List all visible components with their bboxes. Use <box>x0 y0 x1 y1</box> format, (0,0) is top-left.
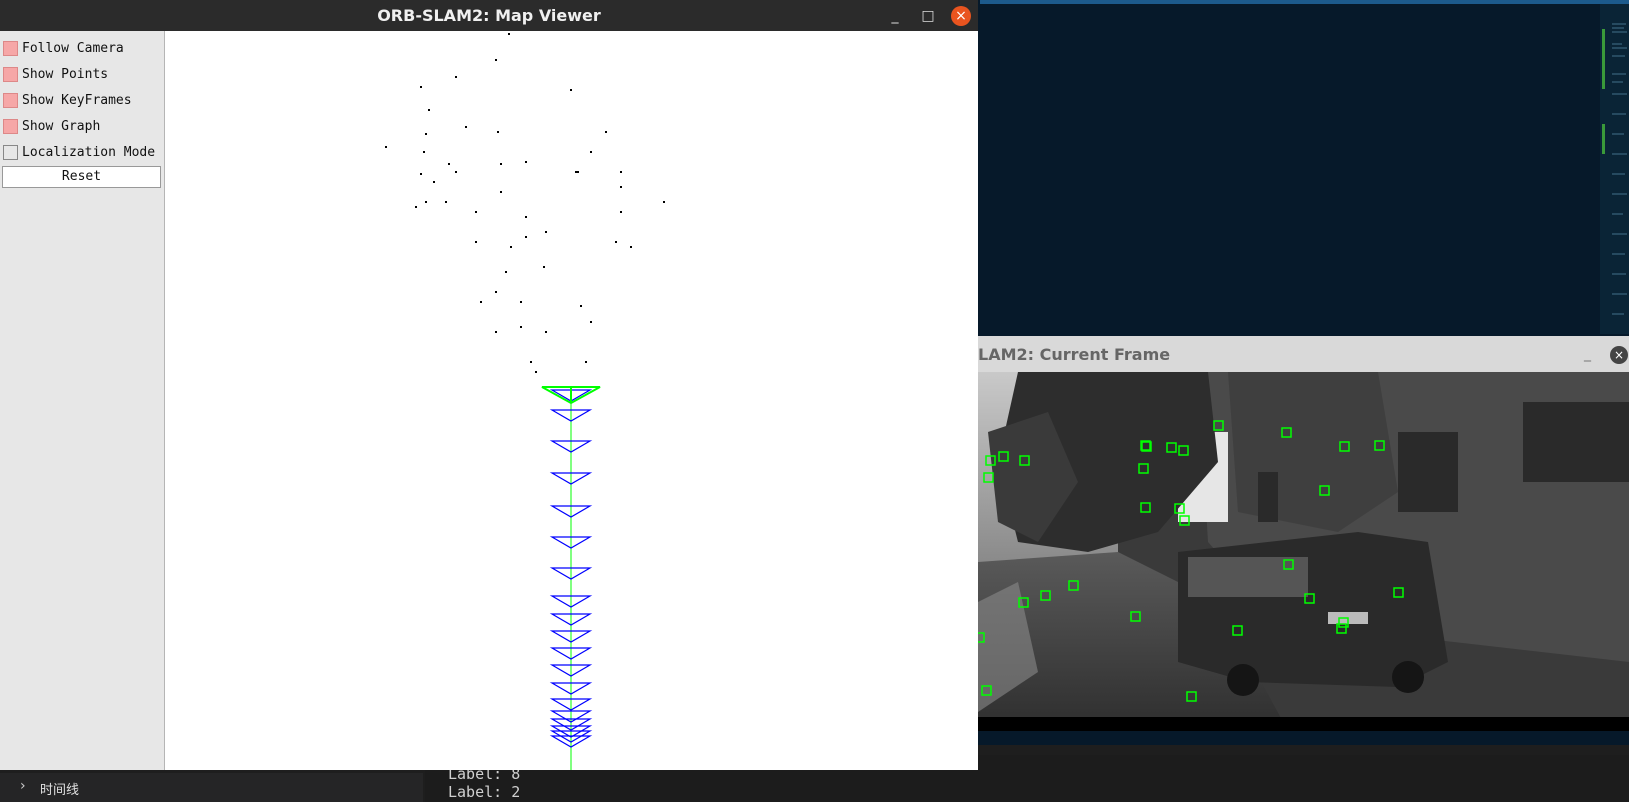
reset-button[interactable]: Reset <box>2 166 161 188</box>
map-point <box>495 331 497 333</box>
map-point <box>520 326 522 328</box>
map-point <box>525 161 527 163</box>
map-point <box>620 171 622 173</box>
checkbox-icon <box>3 92 18 108</box>
map-point <box>575 171 577 173</box>
localization-mode-checkbox[interactable]: Localization Mode <box>3 142 155 162</box>
map-point <box>590 151 592 153</box>
map-point <box>530 361 532 363</box>
map-viewer-window: ORB-SLAM2: Map Viewer _ □ × Follow Camer… <box>0 0 978 770</box>
map-3d-view[interactable] <box>165 31 978 770</box>
map-point <box>630 246 632 248</box>
show-points-checkbox[interactable]: Show Points <box>3 64 108 84</box>
map-point <box>448 163 450 165</box>
map-point <box>495 291 497 293</box>
window-title: ORB-SLAM2: Map Viewer <box>377 6 601 25</box>
map-point <box>480 301 482 303</box>
map-point <box>525 216 527 218</box>
map-point <box>500 163 502 165</box>
minimize-button[interactable]: _ <box>1584 346 1591 362</box>
option-label: Localization Mode <box>22 144 156 160</box>
map-render <box>385 33 665 770</box>
map-point <box>543 266 545 268</box>
chevron-right-icon[interactable]: › <box>20 778 26 794</box>
current-frame-titlebar[interactable]: LAM2: Current Frame _ × <box>978 336 1629 372</box>
terminal-line: Label: 2 <box>448 783 521 801</box>
map-point <box>455 171 457 173</box>
map-point <box>495 59 497 61</box>
map-point <box>605 131 607 133</box>
map-point <box>585 361 587 363</box>
checkbox-icon <box>3 40 18 56</box>
show-graph-checkbox[interactable]: Show Graph <box>3 116 100 136</box>
checkbox-icon <box>3 118 18 134</box>
map-point <box>455 76 457 78</box>
checkbox-icon <box>3 66 18 82</box>
follow-camera-checkbox[interactable]: Follow Camera <box>3 38 124 58</box>
code-minimap[interactable] <box>1600 4 1629 334</box>
map-point <box>497 131 499 133</box>
map-point <box>505 271 507 273</box>
map-point <box>580 305 582 307</box>
map-point <box>425 133 427 135</box>
map-point <box>415 206 417 208</box>
map-point <box>615 241 617 243</box>
map-points <box>385 33 665 373</box>
map-point <box>508 33 510 35</box>
map-point <box>475 211 477 213</box>
close-button[interactable]: × <box>1610 346 1628 364</box>
timeline-label: 时间线 <box>40 783 80 798</box>
map-point <box>620 211 622 213</box>
maximize-button[interactable]: □ <box>918 6 938 26</box>
map-point <box>535 371 537 373</box>
map-viewer-titlebar[interactable]: ORB-SLAM2: Map Viewer _ □ × <box>0 0 978 31</box>
map-point <box>425 201 427 203</box>
map-point <box>475 241 477 243</box>
map-point <box>423 151 425 153</box>
map-point <box>577 171 579 173</box>
map-point <box>663 201 665 203</box>
timeline-section[interactable]: › 时间线 <box>0 773 423 802</box>
map-point <box>590 321 592 323</box>
close-button[interactable]: × <box>951 6 971 26</box>
map-point <box>465 126 467 128</box>
map-point <box>428 109 430 111</box>
map-point <box>420 173 422 175</box>
option-label: Follow Camera <box>22 40 124 56</box>
option-label: Show Points <box>22 66 109 82</box>
map-point <box>385 146 387 148</box>
map-point <box>525 236 527 238</box>
map-point <box>545 331 547 333</box>
current-frame-window: LAM2: Current Frame _ × <box>978 336 1629 731</box>
checkbox-icon <box>3 144 18 160</box>
editor-tab-strip <box>980 0 1629 4</box>
map-point <box>510 246 512 248</box>
window-title: LAM2: Current Frame <box>978 345 1171 364</box>
camera-frame-image <box>978 372 1629 731</box>
map-point <box>500 191 502 193</box>
map-point <box>545 231 547 233</box>
map-point <box>420 86 422 88</box>
show-keyframes-checkbox[interactable]: Show KeyFrames <box>3 90 132 110</box>
map-point <box>433 181 435 183</box>
minimap-lines <box>1602 23 1627 315</box>
street-scene <box>978 372 1629 731</box>
option-label: Show KeyFrames <box>22 92 132 108</box>
map-point <box>620 186 622 188</box>
option-label: Show Graph <box>22 118 101 134</box>
map-point <box>570 89 572 91</box>
options-panel: Follow Camera Show Points Show KeyFrames… <box>0 31 165 770</box>
map-point <box>445 201 447 203</box>
minimize-button[interactable]: _ <box>885 6 905 26</box>
map-point <box>520 301 522 303</box>
